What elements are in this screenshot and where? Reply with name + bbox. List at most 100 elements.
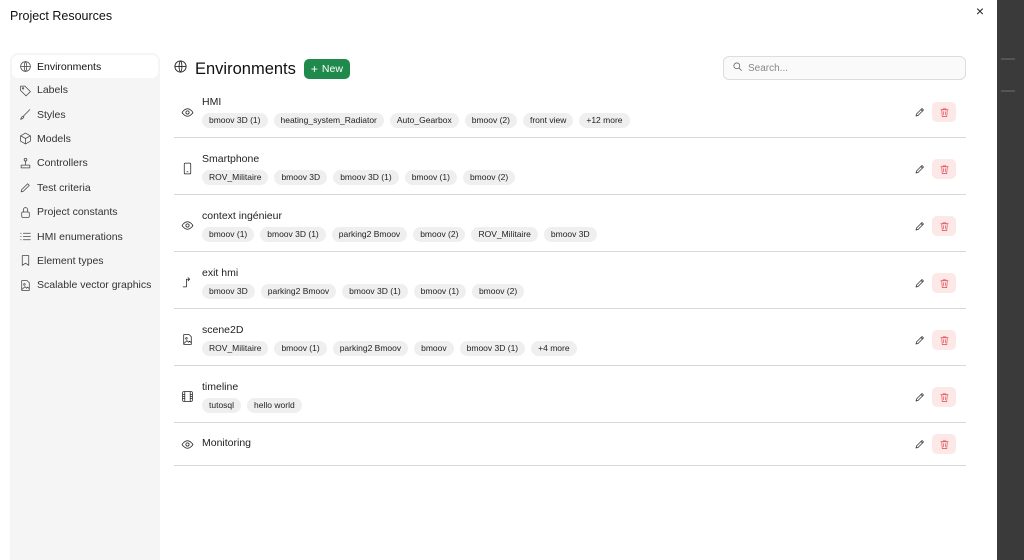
close-button[interactable]: ×	[972, 3, 988, 19]
trash-icon	[940, 279, 948, 288]
environment-name: Smartphone	[202, 153, 260, 165]
sidebar-item-controllers[interactable]: Controllers	[10, 151, 160, 175]
sidebar-item-label: Models	[37, 132, 71, 145]
edit-button[interactable]	[912, 389, 928, 405]
environment-tags: ROV_Militaire bmoov 3D bmoov 3D (1) bmoov (…	[202, 170, 516, 185]
eye-icon	[181, 219, 195, 233]
sidebar-item-label: Environments	[37, 60, 102, 73]
delete-button[interactable]	[932, 330, 956, 350]
tag-chip: tutosql	[202, 398, 242, 413]
bookmark-icon	[18, 254, 32, 268]
environment-row[interactable]: timeline tutosql hello world	[174, 366, 966, 423]
joystick-icon	[18, 156, 32, 170]
edit-button[interactable]	[912, 104, 928, 120]
tag-chip: heating_system_Radiator	[273, 113, 384, 128]
environment-list: HMI bmoov 3D (1) heating_system_Radiator Au…	[174, 88, 966, 466]
trash-icon	[940, 336, 948, 345]
page-title: Environments	[195, 59, 296, 78]
film-icon	[181, 390, 195, 404]
image-file-icon	[181, 333, 195, 347]
sidebar-item-label: Element types	[37, 254, 104, 267]
sidebar-item-styles[interactable]: Styles	[10, 102, 160, 126]
tag-chip: bmoov 3D (1)	[459, 341, 526, 356]
eye-icon	[181, 438, 195, 452]
tag-chip: bmoov 3D (1)	[333, 170, 399, 185]
backdrop-ghost-line	[1001, 90, 1015, 92]
sidebar-item-project-constants[interactable]: Project constants	[10, 200, 160, 224]
tag-chip: bmoov (1)	[404, 170, 457, 185]
environment-row[interactable]: scene2D ROV_Militaire bmoov (1) parking2 Bm…	[174, 309, 966, 366]
trash-icon	[940, 440, 948, 449]
smartphone-icon	[181, 162, 195, 176]
tag-chip: parking2 Bmoov	[332, 341, 409, 356]
sidebar-item-models[interactable]: Models	[10, 127, 160, 151]
edit-button[interactable]	[912, 436, 928, 452]
delete-button[interactable]	[932, 434, 956, 454]
environment-tags: ROV_Militaire bmoov (1) parking2 Bmoov bmoo…	[202, 341, 577, 356]
edit-button[interactable]	[912, 332, 928, 348]
modal-backdrop[interactable]	[997, 0, 1024, 560]
pencil-icon	[915, 108, 924, 117]
sidebar-item-hmi-enumerations[interactable]: HMI enumerations	[10, 224, 160, 248]
trash-icon	[940, 222, 948, 231]
environment-name: Monitoring	[202, 437, 252, 449]
delete-button[interactable]	[932, 273, 956, 293]
sidebar-item-label: Labels	[37, 84, 68, 97]
lock-icon	[18, 205, 32, 219]
tag-chip: bmoov	[414, 341, 454, 356]
edit-button[interactable]	[912, 161, 928, 177]
globe-icon	[18, 60, 32, 74]
tag-chip: bmoov (1)	[274, 341, 327, 356]
pencil-icon	[915, 393, 924, 402]
environment-tags: bmoov (1) bmoov 3D (1) parking2 Bmoov bmoov…	[202, 227, 597, 242]
delete-button[interactable]	[932, 159, 956, 179]
environment-row[interactable]: exit hmi bmoov 3D parking2 Bmoov bmoov 3D (…	[174, 252, 966, 309]
environment-row[interactable]: Monitoring	[174, 423, 966, 466]
tag-chip: ROV_Militaire	[202, 170, 269, 185]
tag-chip: parking2 Bmoov	[331, 227, 408, 242]
sidebar-item-element-types[interactable]: Element types	[10, 249, 160, 273]
environment-row[interactable]: Smartphone ROV_Militaire bmoov 3D bmoov 3D …	[174, 138, 966, 195]
tag-chip: parking2 Bmoov	[260, 284, 337, 299]
sidebar-item-label: Project constants	[37, 206, 118, 219]
search-input[interactable]	[748, 62, 958, 74]
pencil-icon	[915, 222, 924, 231]
sidebar-item-labels[interactable]: Labels	[10, 78, 160, 102]
trash-icon	[940, 165, 948, 174]
environment-tags: tutosql hello world	[202, 398, 302, 413]
tag-chip: bmoov 3D (1)	[260, 227, 326, 242]
globe-icon	[173, 59, 188, 79]
sidebar-item-label: Controllers	[37, 157, 88, 170]
delete-button[interactable]	[932, 216, 956, 236]
sidebar-item-label: Scalable vector graphics	[37, 279, 152, 292]
search-box[interactable]	[723, 56, 966, 80]
tag-chip: bmoov 3D (1)	[202, 113, 268, 128]
sidebar-item-scalable-vector-graphics[interactable]: Scalable vector graphics	[10, 273, 160, 297]
cube-icon	[18, 132, 32, 146]
sidebar-item-environments[interactable]: Environments	[12, 55, 158, 78]
tag-icon	[18, 83, 32, 97]
environment-name: exit hmi	[202, 267, 239, 279]
tag-chip: ROV_Militaire	[202, 341, 269, 356]
pencil-icon	[915, 440, 924, 449]
project-resources-modal: Project Resources × Environments Labels St…	[0, 0, 997, 560]
new-button-label: New	[321, 63, 343, 75]
tag-chip: Auto_Gearbox	[389, 113, 459, 128]
edit-button[interactable]	[912, 218, 928, 234]
tag-chip: bmoov (2)	[464, 113, 517, 128]
sidebar-item-label: Test criteria	[37, 181, 91, 194]
tag-chip: front view	[522, 113, 574, 128]
delete-button[interactable]	[932, 387, 956, 407]
sidebar-item-test-criteria[interactable]: Test criteria	[10, 176, 160, 200]
new-environment-button[interactable]: + New	[303, 59, 350, 79]
environment-name: context ingénieur	[202, 210, 282, 222]
tag-chip: bmoov (2)	[462, 170, 516, 185]
list-icon	[18, 230, 32, 244]
edit-button[interactable]	[912, 275, 928, 291]
pencil-icon	[915, 165, 924, 174]
delete-button[interactable]	[932, 102, 956, 122]
sidebar-item-label: Styles	[37, 108, 66, 121]
environment-row[interactable]: HMI bmoov 3D (1) heating_system_Radiator Au…	[174, 88, 966, 138]
search-icon	[732, 59, 743, 77]
environment-row[interactable]: context ingénieur bmoov (1) bmoov 3D (1) pa…	[174, 195, 966, 252]
